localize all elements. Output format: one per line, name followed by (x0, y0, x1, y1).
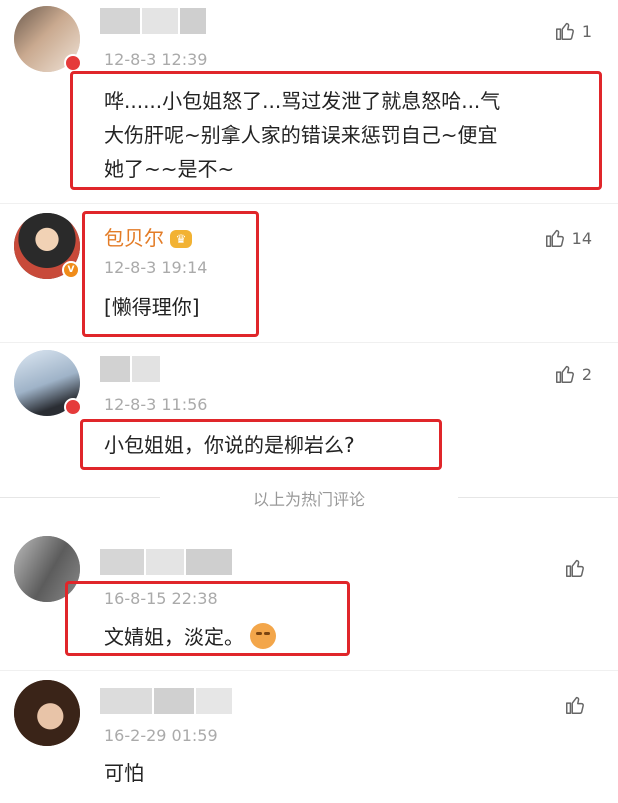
comment-text: 可怕 (104, 761, 144, 785)
like-button[interactable] (564, 557, 592, 579)
highlight-box (82, 211, 259, 337)
like-button[interactable]: 2 (554, 363, 592, 385)
like-count: 14 (571, 228, 592, 248)
verified-badge (64, 54, 82, 72)
comment-time: 16-2-29 01:59 (104, 726, 218, 745)
like-button[interactable]: 1 (554, 20, 592, 42)
highlight-box (70, 71, 602, 190)
like-button[interactable]: 14 (544, 227, 592, 249)
username-blurred[interactable] (100, 356, 162, 384)
thumbs-up-icon (555, 365, 574, 383)
divider-line-right (458, 497, 618, 498)
like-count: 1 (581, 21, 592, 41)
like-count: 2 (581, 364, 592, 384)
divider (0, 342, 618, 343)
username-blurred[interactable] (100, 688, 234, 716)
divider (0, 670, 618, 671)
comment-time: 12-8-3 11:56 (104, 395, 208, 414)
thumbs-up-icon (555, 22, 574, 40)
highlight-box (80, 419, 442, 470)
thumbs-up-icon (566, 559, 584, 577)
verified-badge (64, 398, 82, 416)
comment-time: 12-8-3 12:39 (104, 50, 208, 69)
like-button[interactable] (564, 694, 592, 716)
username-blurred[interactable] (100, 8, 208, 36)
username-blurred[interactable] (100, 549, 234, 577)
divider (0, 203, 618, 204)
hot-comments-divider: 以上为热门评论 (252, 490, 365, 509)
avatar[interactable] (14, 680, 80, 746)
verified-badge: V (62, 261, 80, 279)
thumbs-up-icon (566, 696, 584, 714)
highlight-box (65, 581, 350, 656)
thumbs-up-icon (545, 229, 564, 247)
